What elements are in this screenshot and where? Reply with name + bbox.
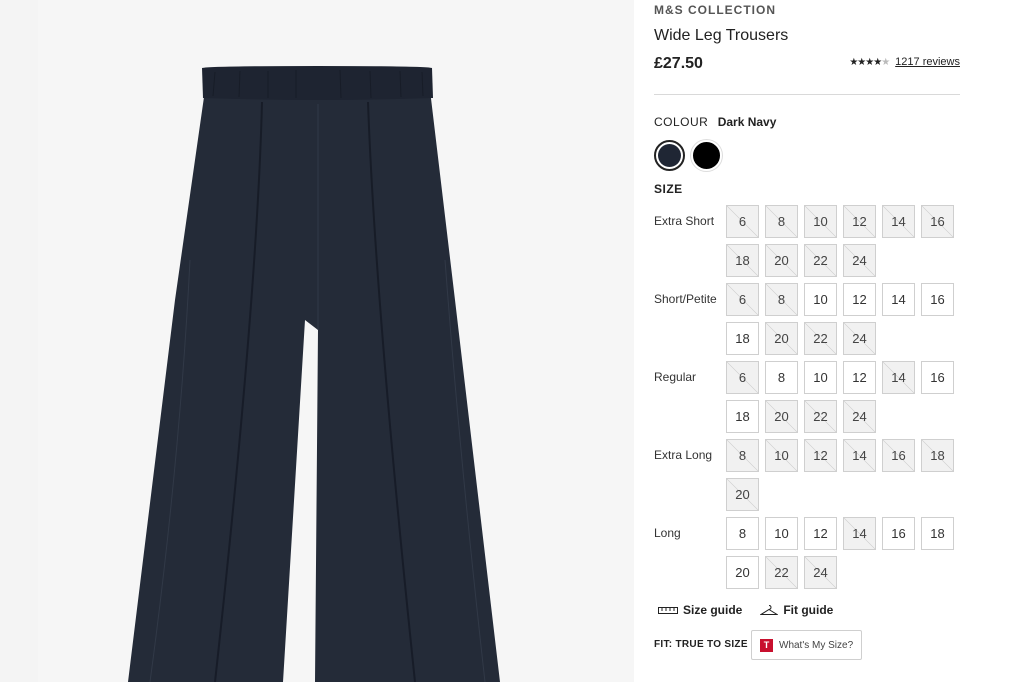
size-option[interactable]: 18 xyxy=(726,244,759,277)
size-option[interactable]: 12 xyxy=(804,439,837,472)
size-option[interactable]: 24 xyxy=(843,400,876,433)
product-title: Wide Leg Trousers xyxy=(654,27,789,44)
size-option[interactable]: 20 xyxy=(726,556,759,589)
size-option[interactable]: 14 xyxy=(882,205,915,238)
swatch-dark-navy[interactable] xyxy=(654,140,685,171)
size-option[interactable]: 14 xyxy=(843,439,876,472)
size-guide-label: Size guide xyxy=(683,603,743,617)
size-option[interactable]: 22 xyxy=(804,400,837,433)
size-option[interactable]: 22 xyxy=(804,244,837,277)
product-image[interactable] xyxy=(0,0,634,682)
size-option[interactable]: 18 xyxy=(726,400,759,433)
size-option[interactable]: 8 xyxy=(765,205,798,238)
size-group-label: Regular xyxy=(654,370,697,384)
size-group-label: Short/Petite xyxy=(654,292,717,306)
rating[interactable]: ★★★★★ 1217 reviews xyxy=(849,56,960,68)
fit-true-to-size: FIT: TRUE TO SIZE xyxy=(654,639,748,650)
fit-guide-link[interactable]: Fit guide xyxy=(760,603,833,617)
size-option[interactable]: 20 xyxy=(765,322,798,355)
size-option[interactable]: 8 xyxy=(765,283,798,316)
size-option[interactable]: 18 xyxy=(726,322,759,355)
size-option[interactable]: 24 xyxy=(804,556,837,589)
guides: Size guide Fit guide xyxy=(658,603,833,617)
size-option[interactable]: 16 xyxy=(882,517,915,550)
size-option[interactable]: 8 xyxy=(726,517,759,550)
whats-my-size-label: What's My Size? xyxy=(779,639,854,651)
size-option[interactable]: 12 xyxy=(843,283,876,316)
size-option[interactable]: 24 xyxy=(843,244,876,277)
size-option[interactable]: 16 xyxy=(882,439,915,472)
size-option[interactable]: 12 xyxy=(843,361,876,394)
size-option[interactable]: 10 xyxy=(804,283,837,316)
size-option[interactable]: 6 xyxy=(726,361,759,394)
size-option[interactable]: 12 xyxy=(804,517,837,550)
product-price: £27.50 xyxy=(654,55,703,72)
colour-row: COLOUR Dark Navy xyxy=(654,115,776,129)
star-rating-icon: ★★★★★ xyxy=(849,56,890,68)
colour-label: COLOUR xyxy=(654,115,709,129)
hanger-icon xyxy=(760,605,779,615)
swatch-black[interactable] xyxy=(691,140,722,171)
size-option[interactable]: 20 xyxy=(765,400,798,433)
size-option[interactable]: 8 xyxy=(726,439,759,472)
product-info: M&S COLLECTION Wide Leg Trousers £27.50 … xyxy=(654,0,964,682)
size-guide-link[interactable]: Size guide xyxy=(658,603,742,617)
divider xyxy=(654,94,960,95)
true-fit-logo-icon: T xyxy=(760,638,773,652)
size-option[interactable]: 6 xyxy=(726,283,759,316)
whats-my-size-button[interactable]: T What's My Size? xyxy=(751,630,862,660)
size-option[interactable]: 20 xyxy=(765,244,798,277)
size-heading: SIZE xyxy=(654,182,683,196)
size-group-label: Extra Short xyxy=(654,214,715,228)
size-option[interactable]: 6 xyxy=(726,205,759,238)
size-option[interactable]: 14 xyxy=(843,517,876,550)
size-option[interactable]: 10 xyxy=(804,205,837,238)
size-option[interactable]: 20 xyxy=(726,478,759,511)
size-option[interactable]: 18 xyxy=(921,439,954,472)
size-option[interactable]: 8 xyxy=(765,361,798,394)
size-option[interactable]: 16 xyxy=(921,361,954,394)
size-option[interactable]: 16 xyxy=(921,205,954,238)
size-option[interactable]: 14 xyxy=(882,361,915,394)
ruler-icon xyxy=(658,607,678,614)
size-option[interactable]: 10 xyxy=(765,517,798,550)
size-option[interactable]: 10 xyxy=(804,361,837,394)
size-group-label: Long xyxy=(654,526,681,540)
size-option[interactable]: 16 xyxy=(921,283,954,316)
size-option[interactable]: 18 xyxy=(921,517,954,550)
size-option[interactable]: 12 xyxy=(843,205,876,238)
size-option[interactable]: 22 xyxy=(804,322,837,355)
size-option[interactable]: 10 xyxy=(765,439,798,472)
brand-name[interactable]: M&S COLLECTION xyxy=(654,3,776,17)
size-option[interactable]: 24 xyxy=(843,322,876,355)
reviews-link[interactable]: 1217 reviews xyxy=(895,56,960,68)
size-option[interactable]: 14 xyxy=(882,283,915,316)
colour-value: Dark Navy xyxy=(717,115,777,129)
size-option[interactable]: 22 xyxy=(765,556,798,589)
trousers-image xyxy=(38,0,634,682)
size-group-label: Extra Long xyxy=(654,448,713,462)
fit-guide-label: Fit guide xyxy=(783,603,834,617)
